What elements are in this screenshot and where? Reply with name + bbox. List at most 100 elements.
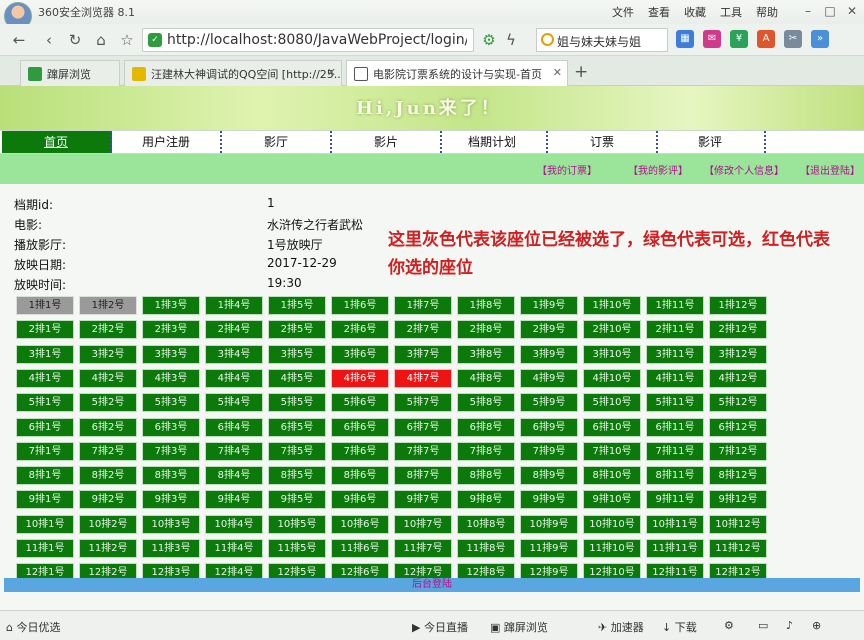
seat-6-7[interactable]: 6排7号 xyxy=(394,417,452,437)
seat-9-12[interactable]: 9排12号 xyxy=(709,490,767,510)
seat-5-5[interactable]: 5排5号 xyxy=(268,393,326,413)
speed-mode-icon[interactable]: ⚙ xyxy=(478,29,500,51)
address-bar[interactable]: ✓ http://localhost:8080/JavaWebProject/l… xyxy=(142,28,474,52)
seat-6-1[interactable]: 6排1号 xyxy=(16,417,74,437)
seat-3-2[interactable]: 3排2号 xyxy=(79,344,137,364)
seat-5-8[interactable]: 5排8号 xyxy=(457,393,515,413)
seat-11-9[interactable]: 11排9号 xyxy=(520,539,578,558)
seat-12-5[interactable]: 12排5号 xyxy=(268,563,326,578)
seat-7-1[interactable]: 7排1号 xyxy=(16,441,74,461)
seat-6-3[interactable]: 6排3号 xyxy=(142,417,200,437)
zoom-icon[interactable]: ⊕ xyxy=(812,619,821,632)
seat-10-4[interactable]: 10排4号 xyxy=(205,514,263,534)
seat-7-12[interactable]: 7排12号 xyxy=(709,441,767,461)
seat-6-8[interactable]: 6排8号 xyxy=(457,417,515,437)
seat-4-12[interactable]: 4排12号 xyxy=(709,368,767,388)
seat-6-9[interactable]: 6排9号 xyxy=(520,417,578,437)
seat-1-11[interactable]: 1排11号 xyxy=(646,296,704,315)
seat-8-12[interactable]: 8排12号 xyxy=(709,466,767,486)
star-icon[interactable]: ☆ xyxy=(116,29,138,51)
seat-7-7[interactable]: 7排7号 xyxy=(394,441,452,461)
nav-schedule[interactable]: 档期计划 xyxy=(438,131,548,153)
coin-icon[interactable]: ¥ xyxy=(730,30,748,48)
seat-4-11[interactable]: 4排11号 xyxy=(646,368,704,388)
seat-11-3[interactable]: 11排3号 xyxy=(142,539,200,558)
seat-4-5[interactable]: 4排5号 xyxy=(268,368,326,388)
apps-icon[interactable]: ▦ xyxy=(676,30,694,48)
seat-9-8[interactable]: 9排8号 xyxy=(457,490,515,510)
seat-4-2[interactable]: 4排2号 xyxy=(79,368,137,388)
close-icon[interactable]: ✕ xyxy=(842,2,862,20)
seat-10-8[interactable]: 10排8号 xyxy=(457,514,515,534)
seat-7-3[interactable]: 7排3号 xyxy=(142,441,200,461)
seat-8-5[interactable]: 8排5号 xyxy=(268,466,326,486)
seat-7-9[interactable]: 7排9号 xyxy=(520,441,578,461)
refresh-icon[interactable]: ↻ xyxy=(64,29,86,51)
seat-5-10[interactable]: 5排10号 xyxy=(583,393,641,413)
seat-4-7[interactable]: 4排7号 xyxy=(394,368,452,388)
seat-1-7[interactable]: 1排7号 xyxy=(394,296,452,315)
seat-12-1[interactable]: 12排1号 xyxy=(16,563,74,578)
seat-3-7[interactable]: 3排7号 xyxy=(394,344,452,364)
accelerator[interactable]: ✈ 加速器 xyxy=(598,619,644,635)
seat-12-6[interactable]: 12排6号 xyxy=(331,563,389,578)
seat-2-6[interactable]: 2排6号 xyxy=(331,320,389,340)
tab-qq-zone[interactable]: 汪建林大神调试的QQ空间 [http://25... ✕ xyxy=(124,60,342,86)
new-tab-icon[interactable]: + xyxy=(574,62,588,82)
more-icon[interactable]: » xyxy=(811,30,829,48)
nav-home[interactable]: 首页 xyxy=(2,131,112,153)
seat-5-1[interactable]: 5排1号 xyxy=(16,393,74,413)
seat-11-7[interactable]: 11排7号 xyxy=(394,539,452,558)
seat-11-1[interactable]: 11排1号 xyxy=(16,539,74,558)
seat-2-1[interactable]: 2排1号 xyxy=(16,320,74,340)
seat-2-2[interactable]: 2排2号 xyxy=(79,320,137,340)
seat-4-3[interactable]: 4排3号 xyxy=(142,368,200,388)
seat-1-9[interactable]: 1排9号 xyxy=(520,296,578,315)
seat-9-11[interactable]: 9排11号 xyxy=(646,490,704,510)
tools-icon[interactable]: ⚙ xyxy=(724,619,734,632)
seat-9-7[interactable]: 9排7号 xyxy=(394,490,452,510)
seat-5-3[interactable]: 5排3号 xyxy=(142,393,200,413)
seat-11-11[interactable]: 11排11号 xyxy=(646,539,704,558)
seat-8-2[interactable]: 8排2号 xyxy=(79,466,137,486)
nav-movies[interactable]: 影片 xyxy=(332,131,442,153)
seat-2-11[interactable]: 2排11号 xyxy=(646,320,704,340)
seat-3-3[interactable]: 3排3号 xyxy=(142,344,200,364)
seat-11-12[interactable]: 11排12号 xyxy=(709,539,767,558)
seat-1-4[interactable]: 1排4号 xyxy=(205,296,263,315)
seat-11-10[interactable]: 11排10号 xyxy=(583,539,641,558)
seat-5-7[interactable]: 5排7号 xyxy=(394,393,452,413)
seat-2-10[interactable]: 2排10号 xyxy=(583,320,641,340)
menu-help[interactable]: 帮助 xyxy=(756,4,778,20)
seat-1-8[interactable]: 1排8号 xyxy=(457,296,515,315)
seat-11-4[interactable]: 11排4号 xyxy=(205,539,263,558)
nav-tickets[interactable]: 订票 xyxy=(548,131,658,153)
seat-10-12[interactable]: 10排12号 xyxy=(709,514,767,534)
tab-cinema[interactable]: 电影院订票系统的设计与实现-首页 ✕ xyxy=(346,60,568,86)
menu-view[interactable]: 查看 xyxy=(648,4,670,20)
home-icon[interactable]: ⌂ xyxy=(90,29,112,51)
mail-icon[interactable]: ✉ xyxy=(703,30,721,48)
seat-10-1[interactable]: 10排1号 xyxy=(16,514,74,534)
seat-2-5[interactable]: 2排5号 xyxy=(268,320,326,340)
seat-6-11[interactable]: 6排11号 xyxy=(646,417,704,437)
seat-3-11[interactable]: 3排11号 xyxy=(646,344,704,364)
seat-9-5[interactable]: 9排5号 xyxy=(268,490,326,510)
seat-8-10[interactable]: 8排10号 xyxy=(583,466,641,486)
seat-2-8[interactable]: 2排8号 xyxy=(457,320,515,340)
seat-10-2[interactable]: 10排2号 xyxy=(79,514,137,534)
seat-1-3[interactable]: 1排3号 xyxy=(142,296,200,315)
seat-9-6[interactable]: 9排6号 xyxy=(331,490,389,510)
link-logout[interactable]: 【退出登陆】 xyxy=(800,162,860,177)
seat-12-11[interactable]: 12排11号 xyxy=(646,563,704,578)
seat-9-3[interactable]: 9排3号 xyxy=(142,490,200,510)
seat-8-11[interactable]: 8排11号 xyxy=(646,466,704,486)
seat-5-4[interactable]: 5排4号 xyxy=(205,393,263,413)
seat-10-11[interactable]: 10排11号 xyxy=(646,514,704,534)
backstage-login-link[interactable]: 后台登陆 xyxy=(4,578,860,592)
menu-favorites[interactable]: 收藏 xyxy=(684,4,706,20)
screen-browse-status[interactable]: ▣ 蹿屏浏览 xyxy=(490,619,548,635)
seat-12-10[interactable]: 12排10号 xyxy=(583,563,641,578)
download[interactable]: ↓ 下载 xyxy=(662,619,697,635)
seat-12-8[interactable]: 12排8号 xyxy=(457,563,515,578)
